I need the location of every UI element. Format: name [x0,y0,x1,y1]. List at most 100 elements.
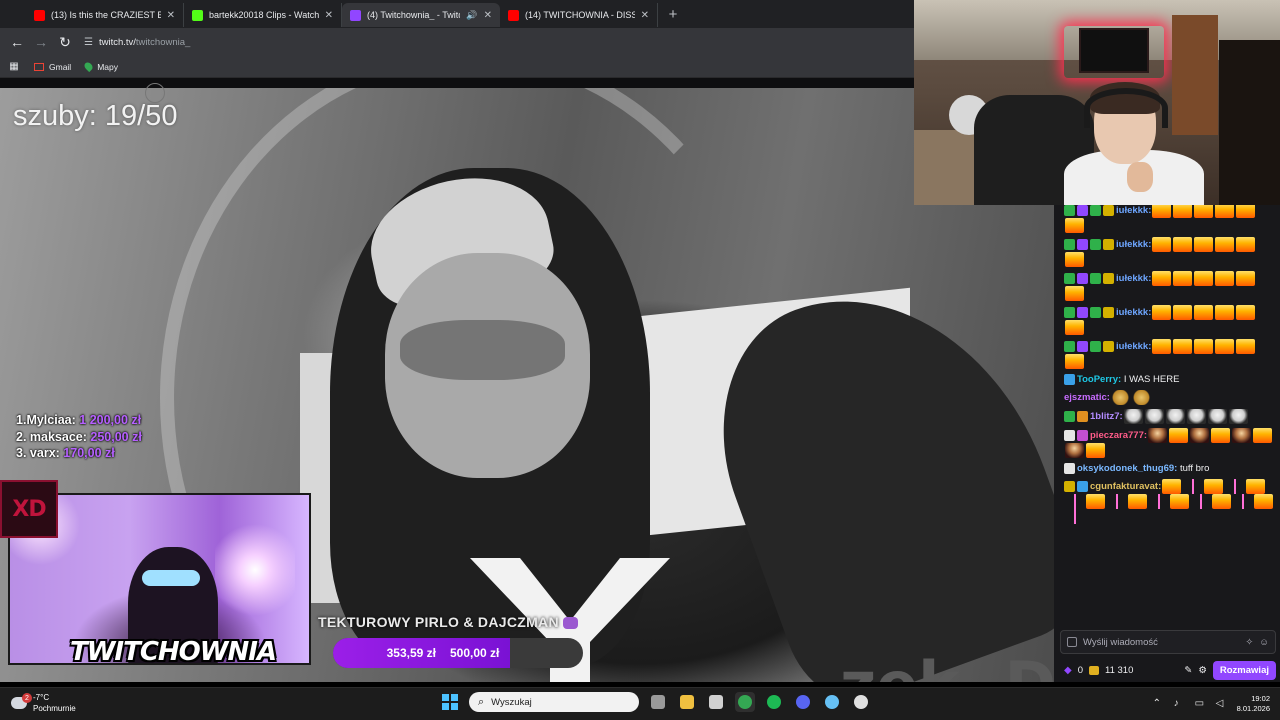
browser-tab[interactable]: (13) Is this the CRAZIEST BBQ? T ✕ [26,3,184,27]
chat-badge-icon[interactable] [1090,273,1101,284]
chat-message: oksykodonek_thug69: tuff bro [1064,462,1276,475]
chat-badge-icon[interactable] [1090,307,1101,318]
top-donors-list: 1.Mylciaa: 1 200,00 zł 2. maksace: 250,0… [16,412,142,462]
chat-badge-icon[interactable] [1077,239,1088,250]
fire-emote-icon [1128,494,1147,509]
close-tab-icon[interactable]: ✕ [167,10,175,21]
emote-picker-icon[interactable]: ☺ [1259,637,1269,648]
video-watermark-text: zek. Dz [840,648,1054,682]
chat-username[interactable]: iułekkk: [1116,239,1151,250]
taskbar-app[interactable] [851,692,871,712]
reload-button[interactable]: ↻ [54,31,76,53]
chat-badge-icon[interactable] [1077,430,1088,441]
video-person-glasses [400,320,565,380]
chat-username[interactable]: iułekkk: [1116,307,1151,318]
skull-emote-icon [1228,409,1248,424]
taskbar-app[interactable] [764,692,784,712]
microphone-icon[interactable]: ♪ [1174,699,1184,709]
screen: (13) Is this the CRAZIEST BBQ? T✕bartekk… [0,0,1280,720]
chat-username[interactable]: oksykodonek_thug69: [1077,463,1177,474]
taskbar-app[interactable] [677,692,697,712]
tab-audio-icon[interactable]: 🔊 [466,10,477,21]
chat-badge-icon[interactable] [1064,205,1075,216]
address-bar[interactable]: ☰ twitch.tv/twitchownia_ [84,31,914,53]
steam-icon [825,695,839,709]
chat-username[interactable]: iułekkk: [1116,273,1151,284]
pin-icon[interactable]: ✎ [1184,665,1192,676]
fire-emote-icon [1215,237,1235,252]
browser-tab[interactable]: (4) Twitchownia_ - Twitch 🔊 ✕ [342,3,500,27]
new-tab-button[interactable]: + [664,5,682,23]
channel-points-icon[interactable] [1089,665,1099,675]
chat-badge-icon[interactable] [1064,273,1075,284]
chat-badge-icon[interactable] [1103,273,1114,284]
chat-badge-icon[interactable] [1103,239,1114,250]
browser-tab[interactable]: (14) TWITCHOWNIA - DISS NA ✕ [500,3,658,27]
close-tab-icon[interactable]: ✕ [641,10,649,21]
chevron-up-icon[interactable]: ⌃ [1153,699,1163,709]
chat-username[interactable]: TooPerry: [1077,374,1121,385]
chat-badge-icon[interactable] [1064,481,1075,492]
chat-badge-icon[interactable] [1077,481,1088,492]
chat-badge-icon[interactable] [1090,341,1101,352]
gift-icon[interactable] [1067,637,1077,647]
fire-emote-icon [1065,354,1084,369]
site-info-icon[interactable]: ☰ [84,37,93,48]
bookmark-maps[interactable]: Mapy [83,60,118,73]
chat-badge-icon[interactable] [1090,239,1101,250]
apps-grid-icon[interactable]: ▦ [8,56,20,78]
chat-input[interactable]: Wyślij wiadomość ✧ ☺ [1060,630,1276,654]
chat-badge-icon[interactable] [1064,239,1075,250]
monk-emote-icon [1065,443,1084,458]
webcam-headphones [1084,88,1168,128]
clock[interactable]: 19:02 8.01.2026 [1237,694,1270,714]
taskbar-search[interactable]: ⌕ Wyszukaj [469,692,639,712]
fire-emote-icon [1215,203,1235,218]
chat-badge-icon[interactable] [1077,307,1088,318]
taskbar-app[interactable] [793,692,813,712]
back-button[interactable]: ← [6,31,28,53]
chat-badge-icon[interactable] [1064,462,1075,474]
weather-widget[interactable]: 2 -7°C Pochmurnie [11,692,76,714]
chat-username[interactable]: iułekkk: [1116,341,1151,352]
taskbar-app[interactable] [706,692,726,712]
donor-row: 3. varx: 170,00 zł [16,446,115,460]
chat-username[interactable]: cgunfakturavat: [1090,481,1161,492]
taskbar-app[interactable] [822,692,842,712]
chat-username[interactable]: ejszmatic: [1064,392,1110,403]
chat-badge-icon[interactable] [1064,373,1075,385]
chat-username[interactable]: iułekkk: [1116,205,1151,216]
chat-badge-icon[interactable] [1064,341,1075,352]
chat-settings-icon[interactable]: ⚙ [1198,665,1207,676]
forward-button[interactable]: → [30,31,52,53]
taskbar-app[interactable] [735,692,755,712]
start-button[interactable] [440,692,460,712]
chat-badge-icon[interactable] [1103,307,1114,318]
bits-points-icon[interactable]: ◆ [1064,665,1072,676]
network-icon[interactable]: ▭ [1195,699,1205,709]
browser-tab[interactable]: bartekk20018 Clips - Watch Live ✕ [184,3,342,27]
taskbar-app[interactable] [648,692,668,712]
bookmark-gmail[interactable]: Gmail [34,62,71,72]
chat-badge-icon[interactable] [1077,341,1088,352]
chat-badge-icon[interactable] [1077,273,1088,284]
close-tab-icon[interactable]: ✕ [484,10,492,21]
close-tab-icon[interactable]: ✕ [325,10,333,21]
skull-emote-icon [1165,409,1185,424]
chat-username[interactable]: 1blitz7: [1090,411,1123,422]
chat-badge-icon[interactable] [1077,411,1088,422]
chat-badge-icon[interactable] [1064,307,1075,318]
chat-username[interactable]: pieczara777: [1090,430,1147,441]
chat-badge-icon[interactable] [1064,430,1075,441]
fire-emote-icon [1204,479,1224,494]
chat-badge-icon[interactable] [1090,205,1101,216]
bits-icon[interactable]: ✧ [1245,637,1253,648]
chat-badge-icon[interactable] [1064,411,1075,422]
volume-icon[interactable]: ◁ [1216,699,1226,709]
chat-message-list[interactable]: iułekkk: iułekkk: iułekkk: iułekkk: iułekkk:… [1064,203,1276,528]
chat-badge-icon[interactable] [1077,205,1088,216]
store-icon [709,695,723,709]
chat-badge-icon[interactable] [1103,205,1114,216]
chat-badge-icon[interactable] [1103,341,1114,352]
chat-send-button[interactable]: Rozmawiaj [1212,660,1276,680]
